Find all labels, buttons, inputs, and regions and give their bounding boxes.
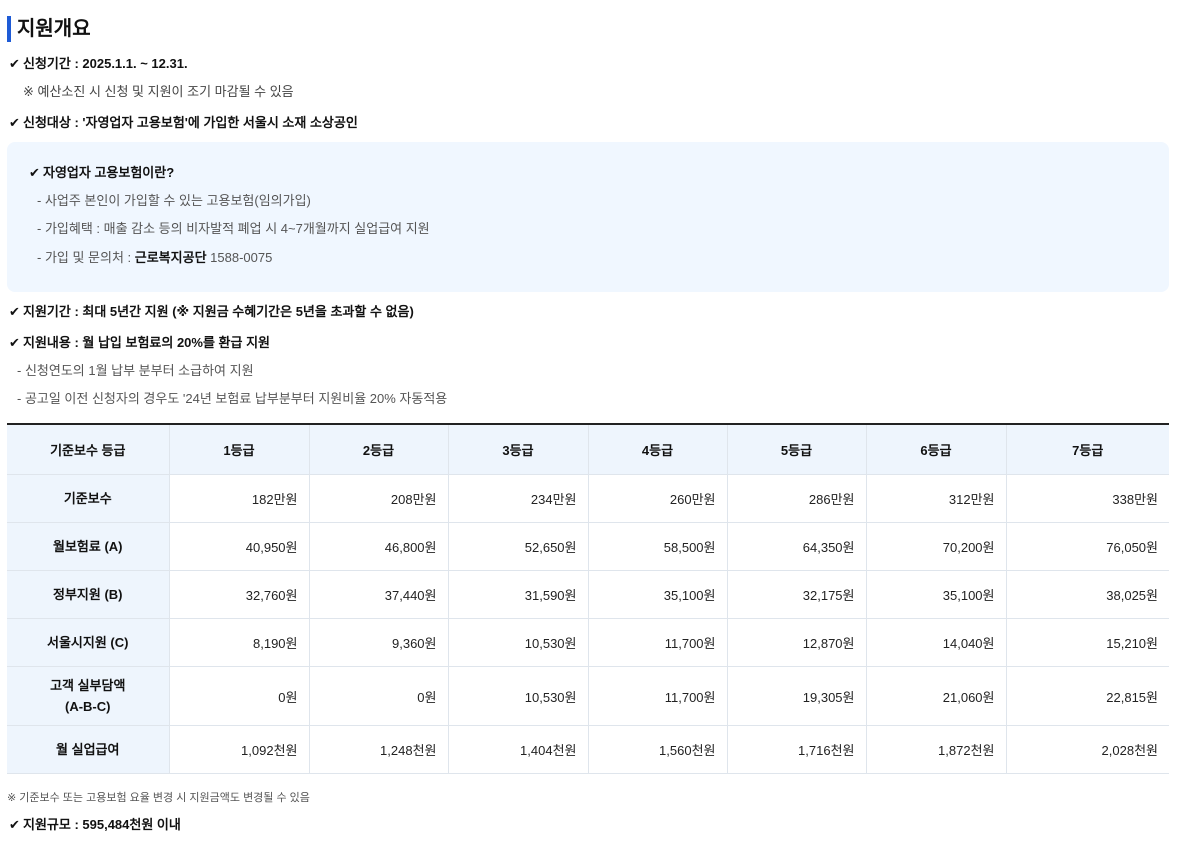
table-cell: 10,530원 bbox=[448, 666, 589, 726]
row-label-line: 고객 실부담액 bbox=[50, 678, 126, 693]
table-cell: 338만원 bbox=[1006, 474, 1169, 523]
table-row: 월보험료 (A) 40,950원 46,800원 52,650원 58,500원… bbox=[7, 522, 1169, 571]
table-cell: 40,950원 bbox=[169, 522, 310, 571]
table-header: 6등급 bbox=[866, 424, 1007, 475]
check-icon: ✔ bbox=[9, 304, 20, 319]
table-cell: 1,716천원 bbox=[727, 725, 867, 774]
table-cell: 35,100원 bbox=[866, 570, 1007, 619]
table-header: 3등급 bbox=[448, 424, 589, 475]
info-box-heading: 자영업자 고용보험이란? bbox=[43, 165, 175, 180]
table-cell: 8,190원 bbox=[169, 618, 310, 667]
page-title: 지원개요 bbox=[7, 16, 91, 42]
table-cell: 15,210원 bbox=[1006, 618, 1169, 667]
check-icon: ✔ bbox=[9, 817, 20, 832]
table-cell: 10,530원 bbox=[448, 618, 589, 667]
period-note: ※ 예산소진 시 신청 및 지원이 조기 마감될 수 있음 bbox=[23, 84, 294, 99]
row-label: 기준보수 bbox=[7, 474, 170, 523]
period-label: 신청기간 : 2025.1.1. ~ 12.31. bbox=[23, 56, 188, 71]
table-cell: 38,025원 bbox=[1006, 570, 1169, 619]
table-cell: 0원 bbox=[169, 666, 310, 726]
table-header: 7등급 bbox=[1006, 424, 1169, 475]
table-cell: 1,560천원 bbox=[588, 725, 728, 774]
row-label: 고객 실부담액 (A-B-C) bbox=[7, 666, 170, 726]
table-cell: 260만원 bbox=[588, 474, 728, 523]
check-icon: ✔ bbox=[9, 115, 20, 130]
table-cell: 0원 bbox=[309, 666, 449, 726]
row-label-line: (A-B-C) bbox=[65, 699, 111, 714]
table-cell: 14,040원 bbox=[866, 618, 1007, 667]
table-cell: 1,872천원 bbox=[866, 725, 1007, 774]
table-cell: 58,500원 bbox=[588, 522, 728, 571]
scale-label: 지원규모 : 595,484천원 이내 bbox=[23, 817, 181, 832]
table-cell: 2,028천원 bbox=[1006, 725, 1169, 774]
row-label: 서울시지원 (C) bbox=[7, 618, 170, 667]
content-item: - 신청연도의 1월 납부 분부터 소급하여 지원 bbox=[17, 363, 254, 378]
contact-phone: 1588-0075 bbox=[206, 250, 273, 265]
info-box-heading-line: ✔ 자영업자 고용보험이란? bbox=[29, 164, 174, 182]
table-cell: 11,700원 bbox=[588, 666, 728, 726]
content-line: ✔ 지원내용 : 월 납입 보험료의 20%를 환급 지원 bbox=[9, 334, 270, 352]
scale-line: ✔ 지원규모 : 595,484천원 이내 bbox=[9, 816, 181, 834]
table-footnote: ※ 기준보수 또는 고용보험 요율 변경 시 지원금액도 변경될 수 있음 bbox=[7, 792, 310, 804]
table-header: 4등급 bbox=[588, 424, 728, 475]
table-cell: 19,305원 bbox=[727, 666, 867, 726]
period-line: ✔ 신청기간 : 2025.1.1. ~ 12.31. bbox=[9, 55, 188, 73]
contact-prefix: - 가입 및 문의처 : bbox=[37, 250, 135, 265]
table-cell: 208만원 bbox=[309, 474, 449, 523]
table-cell: 76,050원 bbox=[1006, 522, 1169, 571]
table-row: 정부지원 (B) 32,760원 37,440원 31,590원 35,100원… bbox=[7, 570, 1169, 619]
table-cell: 46,800원 bbox=[309, 522, 449, 571]
table-cell: 1,404천원 bbox=[448, 725, 589, 774]
table-cell: 234만원 bbox=[448, 474, 589, 523]
table-cell: 37,440원 bbox=[309, 570, 449, 619]
contact-org: 근로복지공단 bbox=[134, 250, 207, 265]
table-cell: 1,092천원 bbox=[169, 725, 310, 774]
check-icon: ✔ bbox=[9, 335, 20, 350]
table-cell: 64,350원 bbox=[727, 522, 867, 571]
table-header: 기준보수 등급 bbox=[7, 424, 170, 475]
table-cell: 52,650원 bbox=[448, 522, 589, 571]
table-cell: 32,760원 bbox=[169, 570, 310, 619]
table-cell: 21,060원 bbox=[866, 666, 1007, 726]
table-header: 5등급 bbox=[727, 424, 867, 475]
table-header: 1등급 bbox=[169, 424, 310, 475]
table-row: 월 실업급여 1,092천원 1,248천원 1,404천원 1,560천원 1… bbox=[7, 725, 1169, 774]
table-header: 2등급 bbox=[309, 424, 449, 475]
check-icon: ✔ bbox=[9, 56, 20, 71]
table-cell: 22,815원 bbox=[1006, 666, 1169, 726]
info-box-item: - 가입 및 문의처 : 근로복지공단 1588-0075 bbox=[37, 249, 272, 267]
info-box-item: - 사업주 본인이 가입할 수 있는 고용보험(임의가입) bbox=[37, 193, 311, 208]
content-label: 지원내용 : 월 납입 보험료의 20%를 환급 지원 bbox=[23, 335, 270, 350]
row-label: 월 실업급여 bbox=[7, 725, 170, 774]
table-row: 서울시지원 (C) 8,190원 9,360원 10,530원 11,700원 … bbox=[7, 618, 1169, 667]
table-cell: 31,590원 bbox=[448, 570, 589, 619]
table-cell: 70,200원 bbox=[866, 522, 1007, 571]
target-label: 신청대상 : '자영업자 고용보험'에 가입한 서울시 소재 소상공인 bbox=[23, 115, 358, 130]
support-table: 기준보수 등급 1등급 2등급 3등급 4등급 5등급 6등급 7등급 기준보수… bbox=[7, 423, 1169, 774]
table-row: 기준보수 182만원 208만원 234만원 260만원 286만원 312만원… bbox=[7, 474, 1169, 523]
table-cell: 11,700원 bbox=[588, 618, 728, 667]
table-cell: 182만원 bbox=[169, 474, 310, 523]
table-cell: 312만원 bbox=[866, 474, 1007, 523]
table-header-row: 기준보수 등급 1등급 2등급 3등급 4등급 5등급 6등급 7등급 bbox=[7, 424, 1169, 475]
table-row: 고객 실부담액 (A-B-C) 0원 0원 10,530원 11,700원 19… bbox=[7, 666, 1169, 726]
content-item: - 공고일 이전 신청자의 경우도 '24년 보험료 납부분부터 지원비율 20… bbox=[17, 391, 448, 406]
duration-line: ✔ 지원기간 : 최대 5년간 지원 (※ 지원금 수혜기간은 5년을 초과할 수… bbox=[9, 303, 414, 321]
info-box-item: - 가입혜택 : 매출 감소 등의 비자발적 폐업 시 4~7개월까지 실업급여… bbox=[37, 221, 430, 236]
info-box bbox=[7, 142, 1169, 292]
table-cell: 35,100원 bbox=[588, 570, 728, 619]
table-cell: 32,175원 bbox=[727, 570, 867, 619]
row-label: 월보험료 (A) bbox=[7, 522, 170, 571]
check-icon: ✔ bbox=[29, 165, 40, 180]
table-cell: 1,248천원 bbox=[309, 725, 449, 774]
target-line: ✔ 신청대상 : '자영업자 고용보험'에 가입한 서울시 소재 소상공인 bbox=[9, 114, 358, 132]
duration-label: 지원기간 : 최대 5년간 지원 (※ 지원금 수혜기간은 5년을 초과할 수 … bbox=[23, 304, 414, 319]
row-label: 정부지원 (B) bbox=[7, 570, 170, 619]
table-cell: 9,360원 bbox=[309, 618, 449, 667]
table-cell: 286만원 bbox=[727, 474, 867, 523]
table-cell: 12,870원 bbox=[727, 618, 867, 667]
